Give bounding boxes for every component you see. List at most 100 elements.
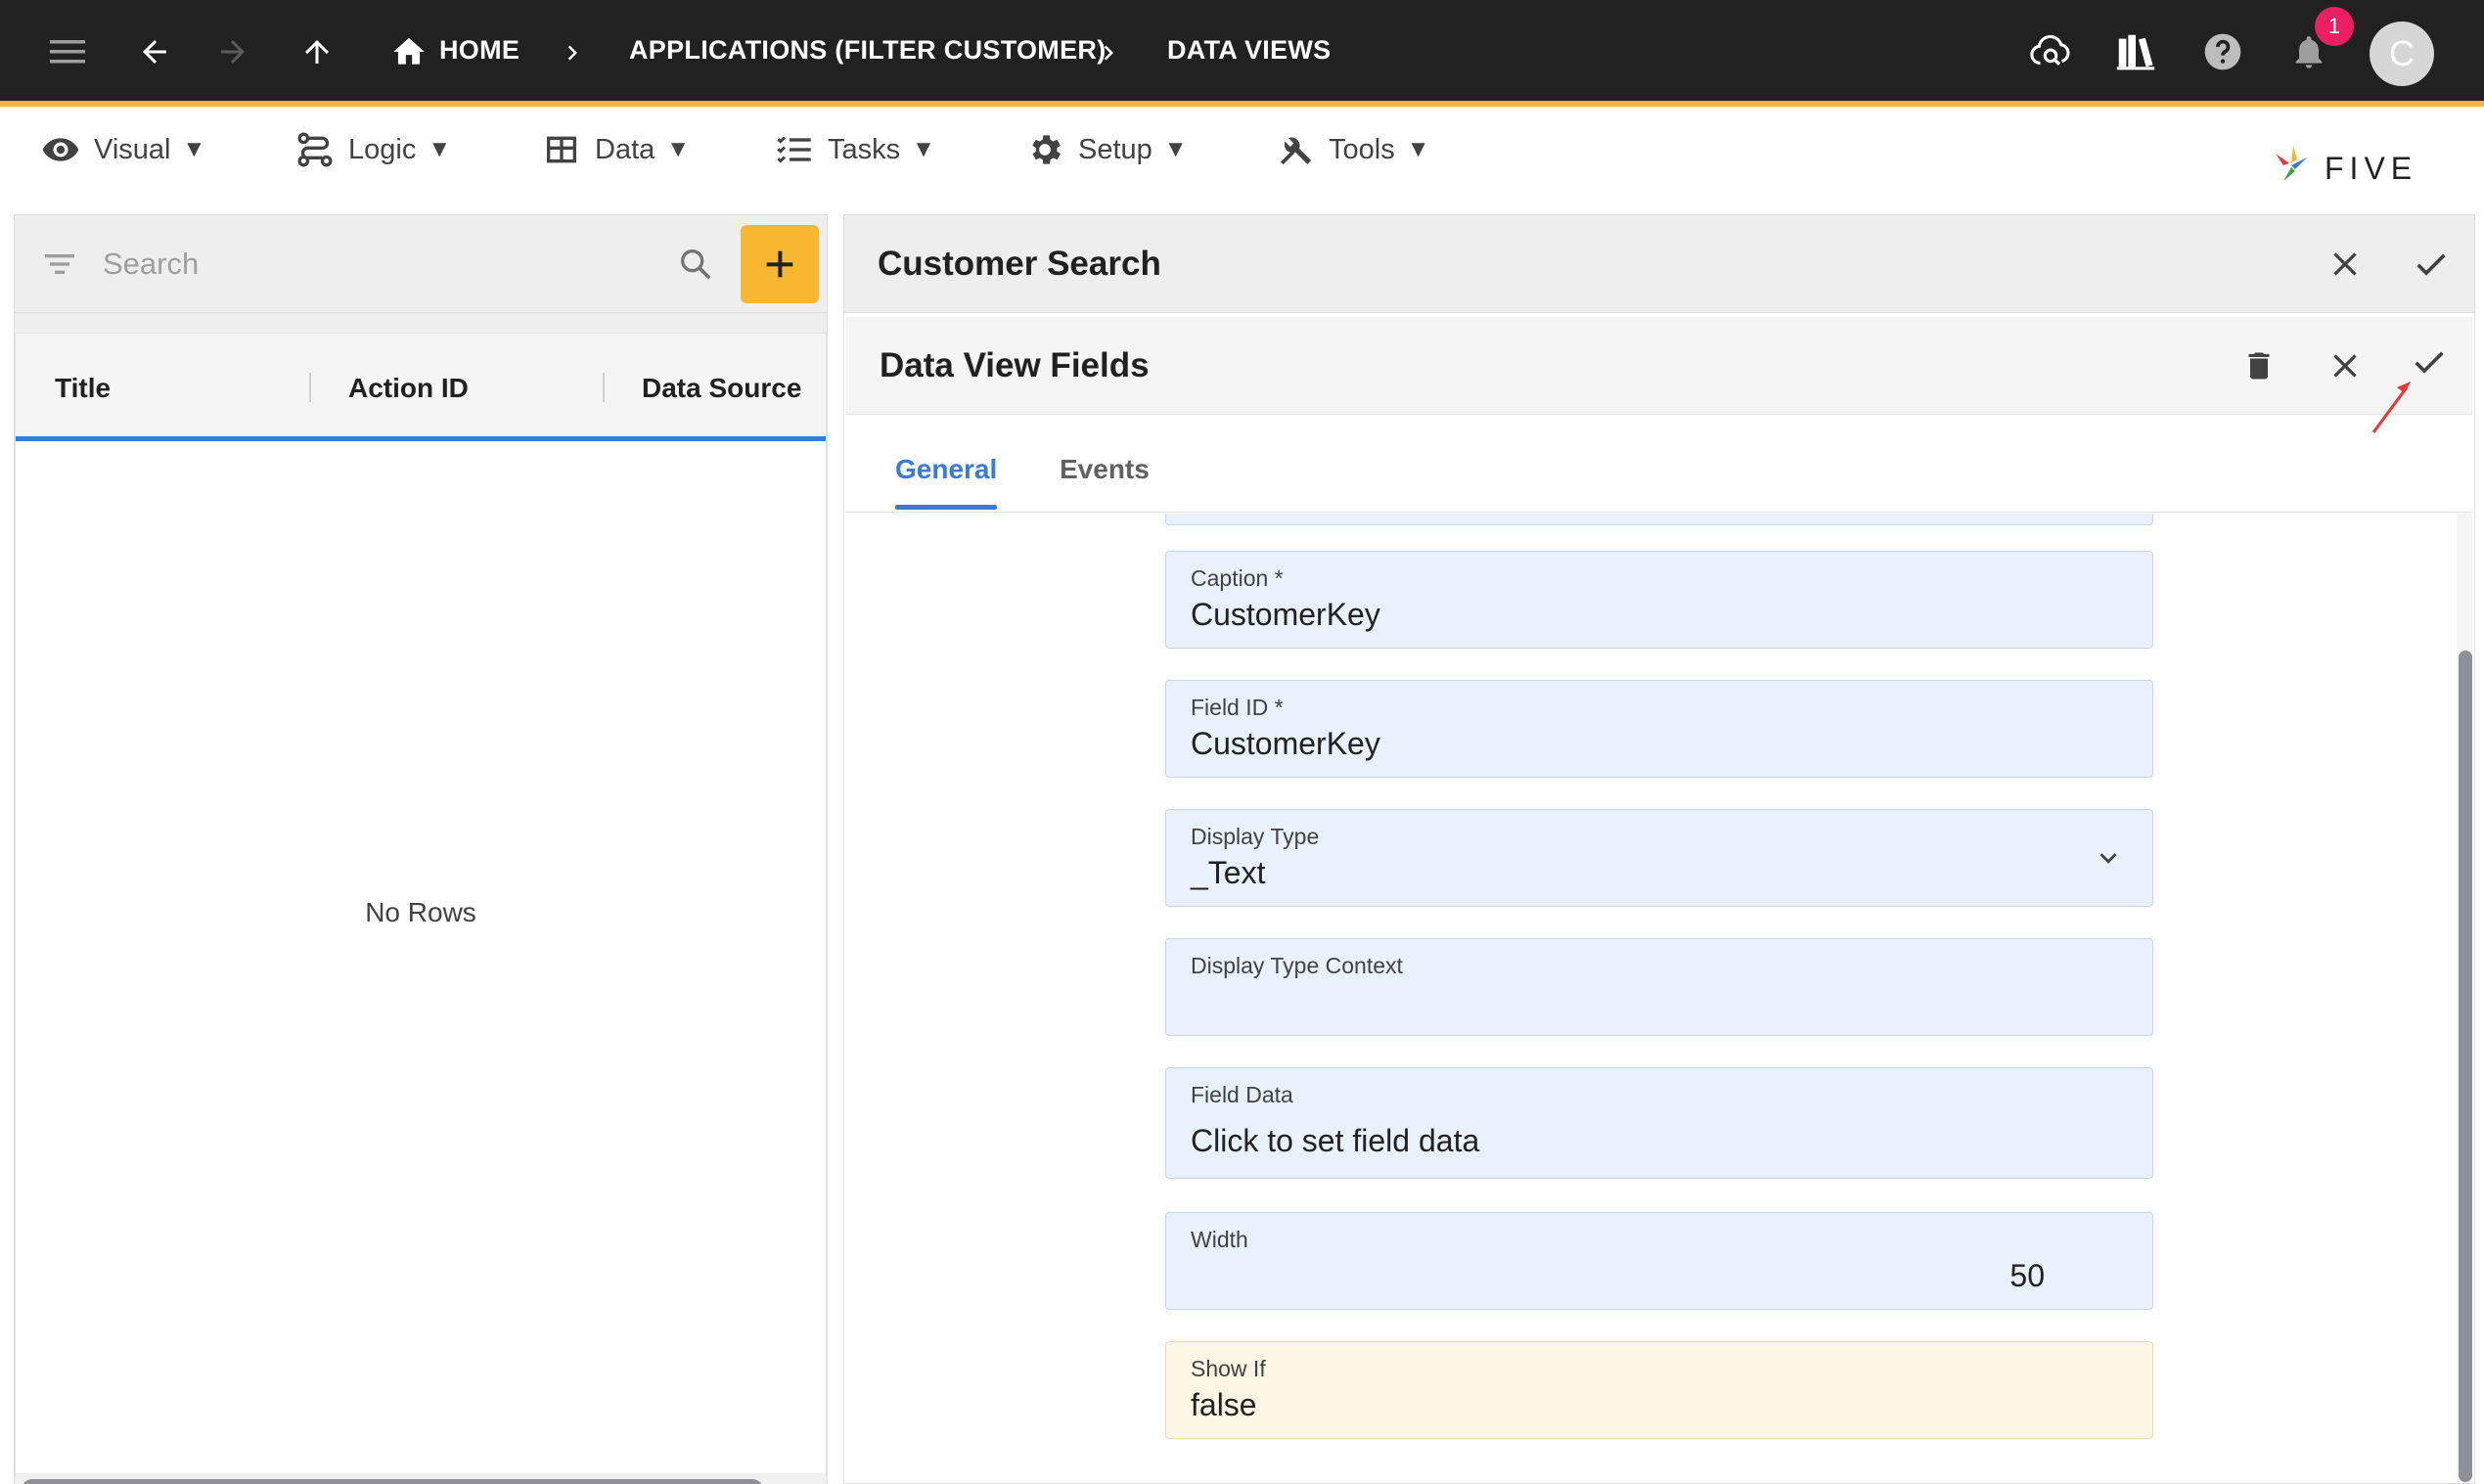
show-if-field[interactable]: Show If false	[1165, 1341, 2153, 1439]
caret-down-icon: ▼	[1406, 136, 1430, 162]
delete-button[interactable]	[2232, 338, 2286, 393]
field-label: Show If	[1191, 1356, 1266, 1381]
menu-setup[interactable]: Setup ▼	[1025, 120, 1188, 179]
check-icon	[2415, 351, 2444, 374]
checklist-icon	[777, 136, 811, 163]
column-header-action-id[interactable]: Action ID	[348, 373, 469, 404]
table-grid-icon	[547, 136, 576, 163]
field-label: Field Data	[1191, 1082, 1293, 1107]
menu-tools[interactable]: Tools ▼	[1276, 120, 1429, 179]
menu-data-label: Data	[595, 133, 655, 165]
forward-arrow-icon[interactable]	[207, 26, 258, 77]
up-arrow-icon[interactable]	[292, 26, 342, 77]
tab-bar: General Events	[846, 415, 2472, 513]
field-value: _Text	[1191, 855, 1266, 890]
field-value: false	[1191, 1387, 1257, 1422]
five-logo-text: FIVE	[2325, 151, 2417, 186]
plus-icon	[766, 250, 793, 278]
caret-down-icon: ▼	[666, 136, 691, 162]
chevron-right-icon	[1094, 33, 1123, 72]
menu-logic[interactable]: Logic ▼	[295, 120, 451, 179]
filter-icon[interactable]	[40, 245, 79, 289]
column-header-title[interactable]: Title	[55, 373, 111, 404]
display-type-select[interactable]: Display Type _Text	[1165, 809, 2153, 907]
five-logo: FIVE	[2268, 136, 2444, 195]
display-type-context-field[interactable]: Display Type Context	[1165, 938, 2153, 1036]
field-value: Click to set field data	[1191, 1123, 1480, 1158]
breadcrumb-data-views[interactable]: DATA VIEWS	[1167, 35, 1332, 66]
search-input[interactable]	[103, 243, 651, 286]
form-body: Caption * CustomerKey Field ID * Custome…	[846, 514, 2472, 1482]
avatar[interactable]: C	[2370, 22, 2434, 86]
field-label: Caption *	[1191, 565, 1284, 591]
app-top-bar: HOME APPLICATIONS (FILTER CUSTOMER) DATA…	[0, 0, 2484, 104]
caret-down-icon: ▼	[1163, 136, 1188, 162]
close-form-button[interactable]	[2318, 237, 2372, 292]
breadcrumb-home[interactable]: HOME	[439, 35, 519, 66]
field-value: CustomerKey	[1191, 597, 1380, 632]
form-header: Customer Search	[844, 215, 2474, 313]
close-icon	[2333, 252, 2357, 276]
main-menu-bar: Visual ▼ Logic ▼ Data ▼ Tasks ▼ Setup ▼ …	[0, 107, 2484, 214]
tab-events[interactable]: Events	[1060, 454, 1150, 485]
form-title: Customer Search	[878, 245, 1161, 283]
field-data-button[interactable]: Field Data Click to set field data	[1165, 1067, 2153, 1179]
caret-down-icon: ▼	[428, 136, 452, 162]
home-icon[interactable]	[384, 26, 434, 77]
menu-logic-label: Logic	[348, 133, 417, 165]
tools-icon	[1281, 137, 1312, 165]
scrollbar-thumb[interactable]	[22, 1479, 763, 1484]
menu-setup-label: Setup	[1078, 133, 1152, 165]
column-divider[interactable]	[603, 373, 605, 402]
annotation-arrow-icon	[2368, 378, 2416, 436]
field-label: Field ID *	[1191, 695, 1284, 720]
eye-icon	[42, 138, 79, 161]
breadcrumb-applications[interactable]: APPLICATIONS (FILTER CUSTOMER)	[629, 35, 1107, 66]
cloud-search-icon[interactable]	[2025, 26, 2076, 77]
scrollbar-thumb[interactable]	[2459, 651, 2472, 1482]
field-value: 50	[2010, 1258, 2045, 1293]
field-label: Width	[1191, 1227, 1248, 1252]
chevron-down-icon[interactable]	[2094, 843, 2123, 873]
close-icon	[2333, 354, 2357, 378]
tab-general[interactable]: General	[895, 454, 997, 485]
menu-visual-label: Visual	[94, 133, 171, 165]
menu-visual[interactable]: Visual ▼	[41, 120, 205, 179]
data-table: Title Action ID Data Source No Rows	[15, 333, 827, 1484]
field-id-field[interactable]: Field ID * CustomerKey	[1165, 680, 2153, 778]
field-label: Display Type Context	[1191, 953, 1403, 978]
menu-icon[interactable]	[42, 26, 93, 77]
menu-data[interactable]: Data ▼	[542, 120, 690, 179]
column-divider[interactable]	[309, 373, 311, 402]
subform-title: Data View Fields	[880, 346, 1150, 384]
field-value: CustomerKey	[1191, 726, 1380, 761]
list-panel: Title Action ID Data Source No Rows	[14, 214, 828, 1484]
notification-badge: 1	[2315, 7, 2354, 46]
column-header-data-source[interactable]: Data Source	[642, 373, 801, 404]
caption-field[interactable]: Caption * CustomerKey	[1165, 551, 2153, 649]
search-bar	[15, 215, 827, 313]
empty-state: No Rows	[365, 897, 476, 927]
menu-tools-label: Tools	[1329, 133, 1395, 165]
back-arrow-icon[interactable]	[129, 26, 180, 77]
form-panel: Customer Search Data View Fields General…	[843, 214, 2475, 1484]
close-subform-button[interactable]	[2318, 338, 2372, 393]
menu-tasks-label: Tasks	[828, 133, 901, 165]
width-field[interactable]: Width 50	[1165, 1212, 2153, 1310]
horizontal-scrollbar[interactable]	[16, 1473, 826, 1484]
caret-down-icon: ▼	[182, 136, 206, 162]
check-icon	[2416, 253, 2446, 276]
form-field-partial[interactable]	[1165, 514, 2153, 525]
library-icon[interactable]	[2110, 26, 2161, 77]
vertical-scrollbar[interactable]	[2457, 514, 2472, 1482]
menu-tasks[interactable]: Tasks ▼	[775, 120, 935, 179]
caret-down-icon: ▼	[912, 136, 935, 162]
help-icon[interactable]	[2197, 26, 2248, 77]
field-label: Display Type	[1191, 824, 1320, 849]
gear-icon	[1032, 135, 1061, 164]
save-form-button[interactable]	[2404, 237, 2459, 292]
trash-icon	[2248, 352, 2270, 380]
add-button[interactable]	[741, 225, 819, 303]
search-icon[interactable]	[676, 245, 715, 289]
chevron-right-icon	[558, 33, 587, 72]
